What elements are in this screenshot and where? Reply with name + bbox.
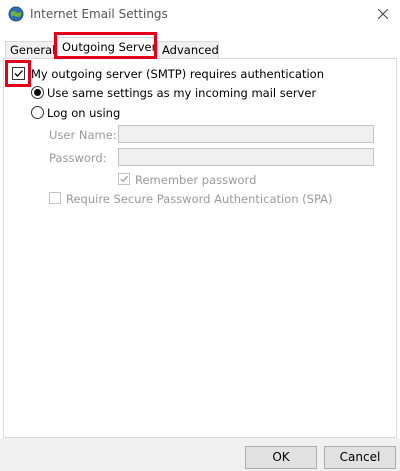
close-icon: [377, 8, 389, 22]
user-name-field[interactable]: [118, 125, 374, 143]
window-title: Internet Email Settings: [30, 7, 168, 21]
remember-password-checkbox[interactable]: [118, 173, 130, 185]
use-same-settings-label: Use same settings as my incoming mail se…: [47, 86, 317, 100]
use-same-settings-radio[interactable]: [31, 86, 44, 99]
tab-outgoing-server[interactable]: Outgoing Server: [57, 37, 156, 58]
title-bar: Internet Email Settings: [0, 0, 400, 31]
log-on-using-label: Log on using: [47, 106, 121, 120]
smtp-auth-label: My outgoing server (SMTP) requires authe…: [31, 67, 324, 81]
tab-strip: General Outgoing Server Advanced: [0, 37, 400, 59]
cancel-button[interactable]: Cancel: [324, 446, 396, 469]
ok-button[interactable]: OK: [245, 446, 317, 469]
checkmark-icon: [120, 175, 128, 183]
dialog-footer: OK Cancel: [0, 438, 400, 471]
tab-advanced[interactable]: Advanced: [157, 41, 219, 58]
user-name-label: User Name:: [49, 128, 117, 142]
log-on-using-radio[interactable]: [31, 106, 44, 119]
close-button[interactable]: [366, 0, 400, 30]
spa-label: Require Secure Password Authentication (…: [66, 192, 333, 206]
remember-password-label: Remember password: [135, 173, 257, 187]
spa-checkbox[interactable]: [49, 192, 61, 204]
internet-globe-icon: [8, 6, 24, 22]
tab-general[interactable]: General: [5, 41, 55, 58]
password-field[interactable]: [118, 148, 374, 166]
checkmark-icon: [14, 70, 23, 77]
smtp-auth-checkbox[interactable]: [12, 67, 25, 80]
radio-selected-dot: [34, 89, 41, 96]
password-label: Password:: [49, 151, 107, 165]
